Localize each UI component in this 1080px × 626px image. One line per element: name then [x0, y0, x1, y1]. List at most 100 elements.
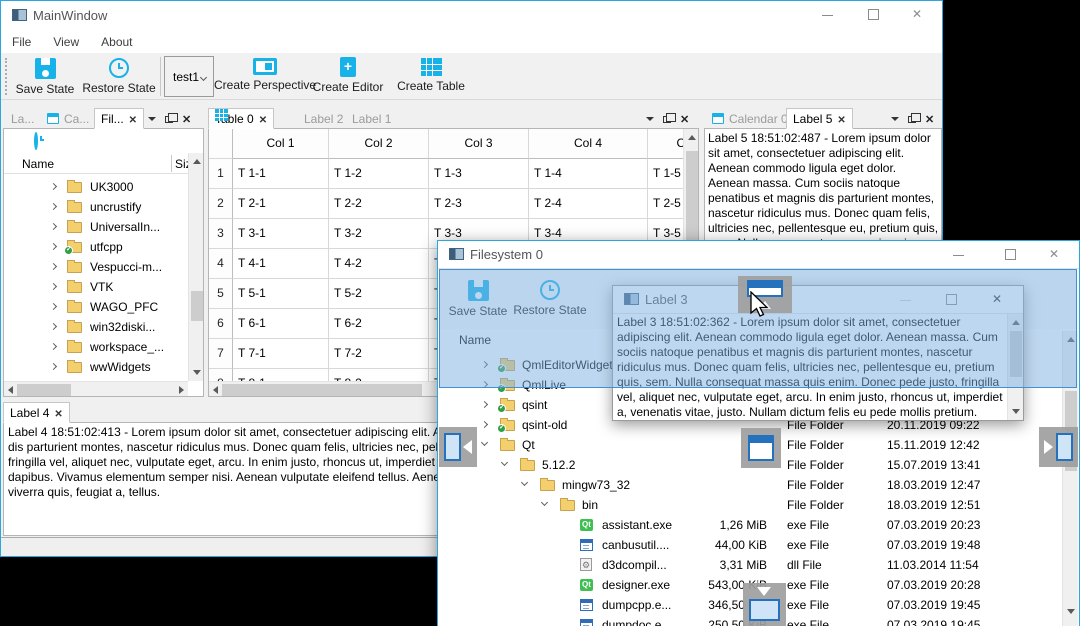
maximize-button[interactable] — [996, 241, 1026, 269]
close-tab-icon[interactable] — [129, 112, 137, 126]
drop-indicator-left[interactable] — [439, 427, 477, 467]
float-icon[interactable] — [908, 112, 921, 123]
row-header[interactable]: 5 — [209, 279, 233, 309]
left-tree-vscrollbar[interactable] — [188, 153, 203, 381]
table-cell[interactable]: T 2-4 — [529, 189, 648, 219]
expand-icon[interactable] — [49, 362, 58, 371]
tree-item-win32diski-[interactable]: win32diski... — [4, 317, 189, 337]
close-icon[interactable] — [680, 112, 689, 126]
tree-header[interactable]: Name Size — [4, 153, 189, 174]
menu-item-view[interactable]: View — [42, 31, 90, 49]
menu-item-about[interactable]: About — [90, 31, 143, 49]
expand-icon[interactable] — [49, 182, 58, 191]
expand-icon[interactable] — [49, 202, 58, 211]
collapse-icon[interactable] — [520, 478, 529, 487]
tab-calendar0[interactable]: Calendar 0 — [706, 108, 794, 129]
tree-item-vespucci-m-[interactable]: Vespucci-m... — [4, 257, 189, 277]
column-name[interactable]: Name — [22, 157, 54, 171]
close-tab-icon[interactable] — [259, 112, 267, 126]
filesystem-titlebar[interactable]: Filesystem 0 — [438, 241, 1079, 269]
fs-item-mingw73-32[interactable]: mingw73_32 File Folder 18.03.2019 12:47 — [438, 475, 1063, 495]
tab-label2[interactable]: Label 2 — [298, 108, 349, 129]
table-cell[interactable]: T 7-2 — [329, 339, 429, 369]
table-cell[interactable]: T 2-1 — [233, 189, 329, 219]
tab-menu-icon[interactable] — [646, 117, 654, 121]
fs-item-assistant-exe[interactable]: assistant.exe1,26 MiBexe File07.03.2019 … — [438, 515, 1063, 535]
drop-indicator-bottom[interactable] — [743, 583, 786, 626]
table-cell[interactable]: T 2-5 — [648, 189, 684, 219]
maximize-button[interactable] — [859, 1, 889, 29]
column-size[interactable]: Size — [175, 157, 189, 171]
column-header-2[interactable]: Col 2 — [329, 129, 429, 159]
fs-item-bin[interactable]: bin File Folder 18.03.2019 12:51 — [438, 495, 1063, 515]
create-table-button[interactable]: Create Table — [395, 58, 467, 93]
table-cell[interactable]: T 1-3 — [429, 159, 529, 189]
tree-item-workspace-[interactable]: workspace_... — [4, 337, 189, 357]
expand-icon[interactable] — [49, 322, 58, 331]
expand-icon[interactable] — [49, 222, 58, 231]
drop-indicator-right[interactable] — [1039, 427, 1078, 467]
float-icon[interactable] — [663, 112, 676, 123]
table-cell[interactable]: T 7-1 — [233, 339, 329, 369]
column-header-5[interactable]: Col 5 — [648, 129, 684, 159]
perspective-combo[interactable]: test1 — [164, 56, 214, 97]
tree-item-uk3000[interactable]: UK3000 — [4, 177, 189, 197]
toolbar-handle[interactable] — [5, 58, 7, 95]
tree-item-utfcpp[interactable]: utfcpp — [4, 237, 189, 257]
minimize-button[interactable] — [813, 1, 843, 29]
table-cell[interactable]: T 6-2 — [329, 309, 429, 339]
tree-item-vtk[interactable]: VTK — [4, 277, 189, 297]
minimize-button[interactable] — [944, 241, 974, 269]
tab-label-la[interactable]: La... — [5, 108, 40, 129]
drop-indicator-center[interactable] — [741, 428, 781, 468]
menu-item-file[interactable]: File — [1, 31, 42, 49]
tree-item-uncrustify[interactable]: uncrustify — [4, 197, 189, 217]
table-cell[interactable]: T 2-2 — [329, 189, 429, 219]
fs-item-canbusutil-[interactable]: canbusutil.... 44,00 KiB exe File 07.03.201… — [438, 535, 1063, 555]
restore-state-button[interactable]: Restore State — [81, 58, 157, 95]
create-perspective-button[interactable]: Create Perspective — [214, 58, 316, 92]
main-titlebar[interactable]: MainWindow — [1, 1, 942, 31]
expand-icon[interactable] — [480, 420, 489, 429]
tab-label1[interactable]: Label 1 — [346, 108, 397, 129]
tree-item-wago-pfc[interactable]: WAGO_PFC — [4, 297, 189, 317]
float-icon[interactable] — [165, 112, 178, 123]
table-cell[interactable]: T 4-1 — [233, 249, 329, 279]
column-header-1[interactable]: Col 1 — [233, 129, 329, 159]
table-cell[interactable]: T 1-1 — [233, 159, 329, 189]
table-cell[interactable]: T 3-1 — [233, 219, 329, 249]
close-button[interactable] — [1040, 241, 1070, 269]
table-cell[interactable]: T 1-2 — [329, 159, 429, 189]
table-cell[interactable]: T 3-2 — [329, 219, 429, 249]
collapse-icon[interactable] — [500, 458, 509, 467]
row-header[interactable]: 2 — [209, 189, 233, 219]
collapse-icon[interactable] — [540, 498, 549, 507]
tab-filesystem[interactable]: Fil... — [94, 108, 145, 129]
tab-label5[interactable]: Label 5 — [786, 108, 853, 129]
tree-item-wwwidgets[interactable]: wwWidgets — [4, 357, 189, 377]
tab-calendar[interactable]: Ca... — [41, 108, 95, 129]
column-header-4[interactable]: Col 4 — [529, 129, 648, 159]
row-header[interactable]: 7 — [209, 339, 233, 369]
table-cell[interactable]: T 5-1 — [233, 279, 329, 309]
tab-label4[interactable]: Label 4 — [3, 402, 70, 423]
expand-icon[interactable] — [49, 302, 58, 311]
row-header[interactable]: 3 — [209, 219, 233, 249]
expand-icon[interactable] — [480, 400, 489, 409]
restore-state-small-button[interactable] — [34, 132, 38, 150]
table-cell[interactable]: T 4-2 — [329, 249, 429, 279]
row-header[interactable]: 4 — [209, 249, 233, 279]
tab-menu-icon[interactable] — [891, 117, 899, 121]
close-tab-icon[interactable] — [837, 112, 845, 126]
create-editor-button[interactable]: Create Editor — [313, 57, 383, 94]
table-cell[interactable]: T 2-3 — [429, 189, 529, 219]
save-state-button[interactable]: Save State — [13, 58, 77, 96]
column-header-3[interactable]: Col 3 — [429, 129, 529, 159]
table-cell[interactable]: T 1-5 — [648, 159, 684, 189]
close-tab-icon[interactable] — [54, 406, 62, 420]
collapse-icon[interactable] — [480, 438, 489, 447]
close-icon[interactable] — [182, 112, 191, 126]
left-tree-hscrollbar[interactable] — [4, 381, 188, 396]
tree-item-universalin-[interactable]: UniversalIn... — [4, 217, 189, 237]
table-cell[interactable]: T 1-4 — [529, 159, 648, 189]
